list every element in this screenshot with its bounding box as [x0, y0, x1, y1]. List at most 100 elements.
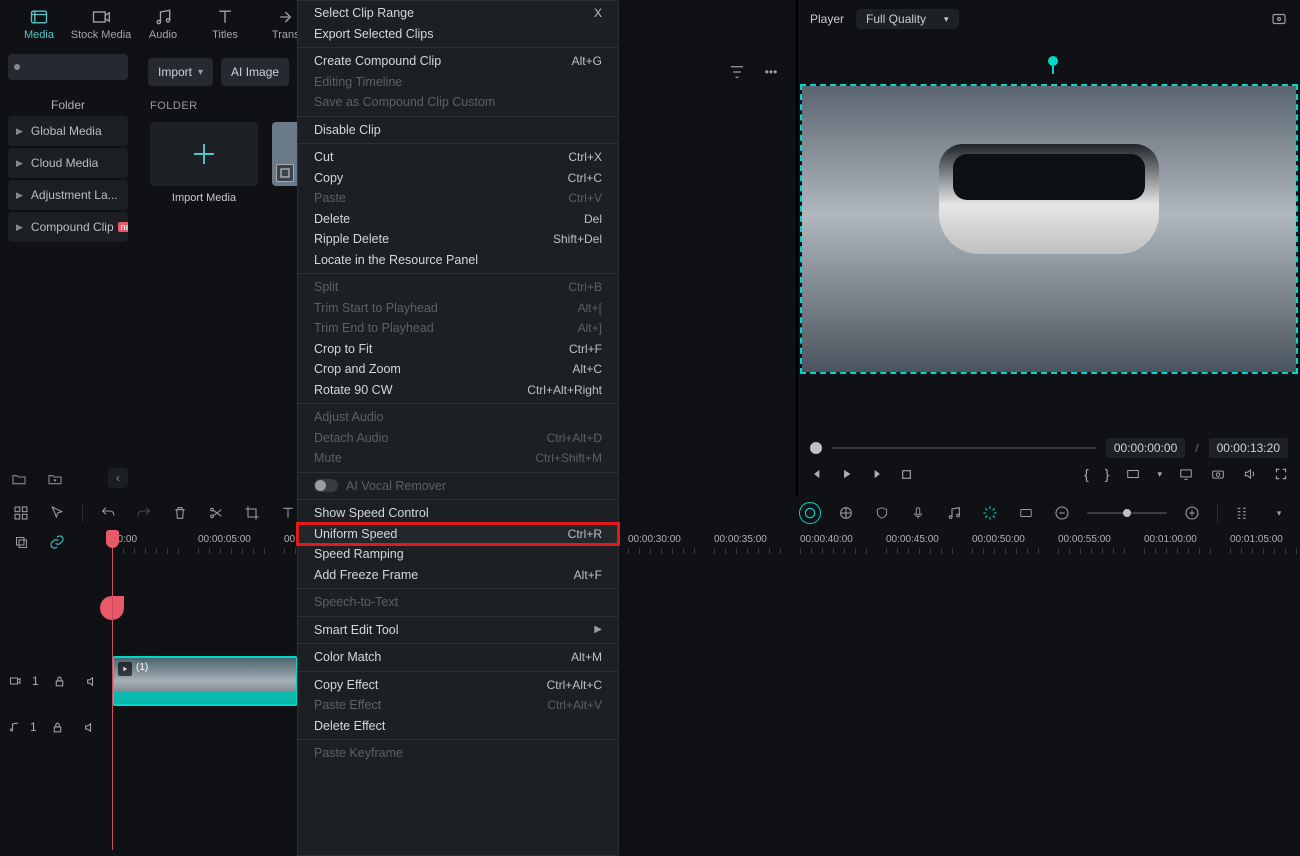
ruler-label: 00:00:05:00 [198, 534, 251, 545]
menu-item-shortcut: Ctrl+Alt+C [547, 678, 602, 692]
mic-icon[interactable] [907, 502, 929, 524]
timeline-clip[interactable]: (1) [112, 656, 298, 706]
delete-icon[interactable] [169, 502, 191, 524]
redo-icon[interactable] [133, 502, 155, 524]
menu-item-cut[interactable]: CutCtrl+X [298, 147, 618, 168]
duplicate-icon[interactable] [10, 531, 32, 553]
menu-item-speech-to-text: Speech-to-Text [298, 592, 618, 613]
crop-icon[interactable] [241, 502, 263, 524]
new-folder-plus-icon[interactable] [44, 468, 66, 490]
menu-item-split: SplitCtrl+B [298, 277, 618, 298]
menu-item-copy-effect[interactable]: Copy EffectCtrl+Alt+C [298, 675, 618, 696]
menu-item-color-match[interactable]: Color MatchAlt+M [298, 647, 618, 668]
text-icon[interactable] [277, 502, 299, 524]
more-icon[interactable]: ••• [758, 59, 784, 85]
mark-out-button[interactable]: } [1105, 466, 1110, 482]
menu-item-crop-and-zoom[interactable]: Crop and ZoomAlt+C [298, 359, 618, 380]
snapshot-list-icon[interactable] [1270, 10, 1288, 28]
menu-item-show-speed-control[interactable]: Show Speed Control [298, 503, 618, 524]
music-icon[interactable] [943, 502, 965, 524]
seek-track[interactable] [832, 447, 1096, 449]
menu-item-add-freeze-frame[interactable]: Add Freeze FrameAlt+F [298, 565, 618, 586]
zoom-slider[interactable] [1087, 512, 1167, 514]
import-media-card[interactable]: Import Media [150, 122, 258, 204]
import-button[interactable]: Import▾ [148, 58, 213, 86]
video-track-icon [8, 675, 22, 687]
new-folder-icon[interactable] [8, 468, 30, 490]
ai-image-button[interactable]: AI Image [221, 58, 289, 86]
menu-item-shortcut: Alt+F [574, 568, 602, 582]
mute-track-icon[interactable] [81, 670, 103, 692]
stop-button[interactable] [900, 468, 913, 481]
menu-item-label: Create Compound Clip [314, 54, 572, 68]
chevron-down-icon[interactable]: ▾ [1268, 502, 1290, 524]
prev-frame-button[interactable] [810, 467, 824, 481]
menu-item-copy[interactable]: CopyCtrl+C [298, 168, 618, 189]
ruler-label: 00:00:55:00 [1058, 534, 1111, 545]
playhead-marker-icon[interactable] [1048, 56, 1058, 66]
ruler-tick: 00:00:50:00 [972, 534, 1049, 554]
link-icon[interactable] [46, 531, 68, 553]
new-badge: new [118, 222, 128, 232]
next-frame-button[interactable] [870, 467, 884, 481]
timeline-playhead[interactable] [112, 534, 113, 850]
ruler-label: 00:00:30:00 [628, 534, 681, 545]
clip-play-icon [118, 662, 132, 676]
caption-icon[interactable] [1015, 502, 1037, 524]
chevron-down-icon[interactable]: ▾ [1157, 469, 1162, 480]
tab-titles[interactable]: Titles [194, 0, 256, 48]
shield-icon[interactable] [871, 502, 893, 524]
tab-audio[interactable]: Audio [132, 0, 194, 48]
menu-item-smart-edit-tool[interactable]: Smart Edit Tool▶ [298, 620, 618, 641]
tab-stock-media[interactable]: Stock Media [70, 0, 132, 48]
audio-icon [153, 7, 173, 27]
filter-icon[interactable] [724, 59, 750, 85]
pointer-icon[interactable] [46, 502, 68, 524]
menu-item-ripple-delete[interactable]: Ripple DeleteShift+Del [298, 229, 618, 250]
render-icon[interactable] [799, 502, 821, 524]
color-icon[interactable] [835, 502, 857, 524]
menu-item-create-compound-clip[interactable]: Create Compound ClipAlt+G [298, 51, 618, 72]
track-layout-icon[interactable] [1232, 502, 1254, 524]
ai-icon[interactable] [979, 502, 1001, 524]
menu-item-delete-effect[interactable]: Delete Effect [298, 716, 618, 737]
lock-icon[interactable] [47, 716, 69, 738]
lock-icon[interactable] [49, 670, 71, 692]
menu-item-locate-in-the-resource-panel[interactable]: Locate in the Resource Panel [298, 250, 618, 271]
menu-item-save-as-compound-clip-custom: Save as Compound Clip Custom [298, 92, 618, 113]
ratio-button[interactable] [1125, 467, 1141, 481]
mute-track-icon[interactable] [79, 716, 101, 738]
project-selector[interactable] [8, 54, 128, 80]
fullscreen-button[interactable] [1274, 467, 1288, 481]
menu-item-shortcut: Ctrl+Alt+D [547, 431, 602, 445]
sidebar-item-global[interactable]: ▶Global Media [8, 116, 128, 146]
mark-in-button[interactable]: { [1084, 466, 1089, 482]
collapse-sidebar-button[interactable]: ‹ [108, 468, 128, 488]
menu-item-speed-ramping[interactable]: Speed Ramping [298, 544, 618, 565]
menu-item-label: Locate in the Resource Panel [314, 253, 602, 267]
sidebar-item-adjust[interactable]: ▶Adjustment La... [8, 180, 128, 210]
preview-frame[interactable] [802, 86, 1296, 372]
menu-item-delete[interactable]: DeleteDel [298, 209, 618, 230]
seek-knob[interactable] [810, 442, 822, 454]
menu-item-crop-to-fit[interactable]: Crop to FitCtrl+F [298, 339, 618, 360]
menu-item-uniform-speed[interactable]: Uniform SpeedCtrl+R [298, 524, 618, 545]
undo-icon[interactable] [97, 502, 119, 524]
snapshot-button[interactable] [1210, 467, 1226, 481]
quality-dropdown[interactable]: Full Quality ▾ [856, 9, 959, 29]
menu-item-disable-clip[interactable]: Disable Clip [298, 120, 618, 141]
menu-item-select-clip-range[interactable]: Select Clip RangeX [298, 3, 618, 24]
zoom-in-icon[interactable] [1181, 502, 1203, 524]
split-icon[interactable] [205, 502, 227, 524]
grid-icon[interactable] [10, 502, 32, 524]
play-button[interactable] [840, 467, 854, 481]
sidebar-item-cloud[interactable]: ▶Cloud Media [8, 148, 128, 178]
zoom-out-icon[interactable] [1051, 502, 1073, 524]
menu-item-export-selected-clips[interactable]: Export Selected Clips [298, 24, 618, 45]
menu-item-rotate-90-cw[interactable]: Rotate 90 CWCtrl+Alt+Right [298, 380, 618, 401]
sidebar-item-compound[interactable]: ▶Compound Clipnew [8, 212, 128, 242]
display-button[interactable] [1178, 467, 1194, 481]
tab-media[interactable]: Media [8, 0, 70, 48]
volume-button[interactable] [1242, 467, 1258, 481]
menu-item-label: Crop and Zoom [314, 362, 572, 376]
